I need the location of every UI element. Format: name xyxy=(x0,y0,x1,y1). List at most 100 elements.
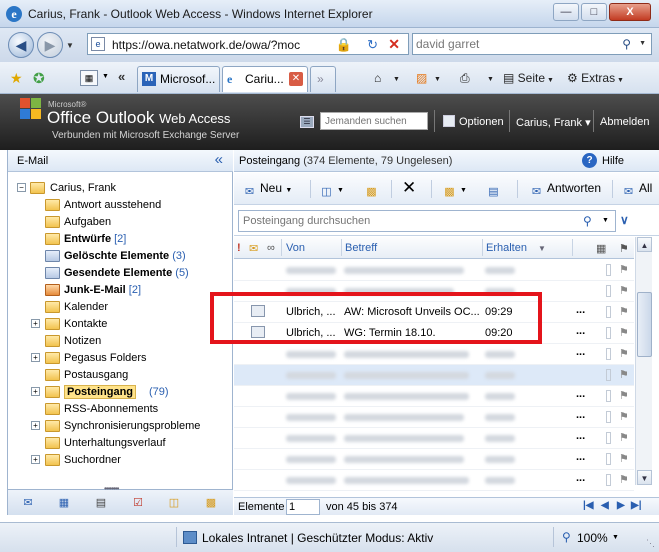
category-box[interactable] xyxy=(606,474,611,486)
category-box[interactable] xyxy=(606,285,611,297)
subject-column-header[interactable]: Betreff xyxy=(345,242,377,254)
resize-grip-icon[interactable]: ⋱ xyxy=(646,538,655,549)
calendar-module-icon[interactable]: ▦ xyxy=(56,495,72,511)
options-icon[interactable] xyxy=(443,115,455,127)
resize-grip-icon[interactable]: •••••••• xyxy=(104,484,119,493)
search-icon[interactable]: ⚲ xyxy=(583,214,592,228)
scroll-down-icon[interactable]: ▼ xyxy=(637,470,652,485)
flag-icon[interactable]: ⚑ xyxy=(619,263,629,276)
move-button[interactable]: ▩ ▼ xyxy=(442,181,467,199)
tab-list-dropdown-icon[interactable]: ▼ xyxy=(102,73,109,80)
check-messages-button[interactable]: ▤ xyxy=(486,181,504,199)
page-menu[interactable]: ▤ Seite ▼ xyxy=(503,71,554,85)
search-icon[interactable]: ⚲ xyxy=(622,37,631,51)
reply-all-button[interactable]: ✉ All xyxy=(621,181,652,199)
table-row[interactable]: ... ⚑ xyxy=(234,344,634,365)
help-link[interactable]: Hilfe xyxy=(602,155,624,167)
flag-icon[interactable]: ⚑ xyxy=(619,347,629,360)
flag-column-icon[interactable]: ⚑ xyxy=(619,242,629,255)
user-menu[interactable]: Carius, Frank ▾ xyxy=(516,116,591,129)
help-icon[interactable]: ? xyxy=(582,153,597,168)
feeds-icon[interactable]: ▨ xyxy=(416,71,427,85)
new-button[interactable]: ✉ Neu ▼ xyxy=(242,181,292,199)
search-box[interactable]: ⚲ ▼ xyxy=(412,33,652,55)
table-row[interactable]: ... ⚑ xyxy=(234,386,634,407)
tab-microsoft[interactable]: M Microsof... xyxy=(137,66,220,92)
flag-icon[interactable]: ⚑ xyxy=(619,389,629,402)
next-page-icon[interactable]: ▶ xyxy=(617,500,625,511)
maximize-button[interactable]: □ xyxy=(581,3,607,21)
pager-input[interactable] xyxy=(286,499,320,515)
address-bar[interactable]: e https://owa.netatwork.de/owa/?moc 🔒 ↻ … xyxy=(87,33,409,55)
reply-button[interactable]: ✉ Antworten xyxy=(529,181,601,199)
url-text[interactable]: https://owa.netatwork.de/owa/?moc xyxy=(112,38,300,52)
category-box[interactable] xyxy=(606,348,611,360)
expand-icon[interactable]: + xyxy=(31,319,40,328)
refresh-icon[interactable]: ↻ xyxy=(367,37,378,53)
category-box[interactable] xyxy=(606,369,611,381)
public-folders-module-icon[interactable]: ◫ xyxy=(166,495,182,511)
from-column-header[interactable]: Von xyxy=(286,242,305,254)
view-button[interactable]: ◫ ▼ xyxy=(319,181,344,199)
scroll-up-icon[interactable]: ▲ xyxy=(637,237,652,252)
zoom-icon[interactable]: ⚲ xyxy=(562,530,571,544)
collapse-icon[interactable]: − xyxy=(17,183,26,192)
move-to-folder-button[interactable]: ▩ xyxy=(364,181,382,199)
table-row[interactable]: ... ⚑ xyxy=(234,407,634,428)
search-options-dropdown-icon[interactable]: ▼ xyxy=(602,217,609,224)
search-dropdown-icon[interactable]: ▼ xyxy=(639,40,646,47)
category-box[interactable] xyxy=(606,327,611,339)
vertical-scrollbar[interactable]: ▲ ▼ xyxy=(635,237,652,485)
close-tab-icon[interactable]: ✕ xyxy=(289,72,303,86)
add-favorite-icon[interactable]: ✪ xyxy=(33,70,45,87)
categories-column-icon[interactable]: ▦ xyxy=(596,242,606,255)
home-icon[interactable]: ⌂ xyxy=(374,71,381,85)
flag-icon[interactable]: ⚑ xyxy=(619,473,629,486)
tab-new[interactable]: » xyxy=(310,66,336,92)
category-box[interactable] xyxy=(606,432,611,444)
history-dropdown-icon[interactable]: ▼ xyxy=(66,41,74,50)
delete-button[interactable]: ✕ xyxy=(402,178,416,198)
flag-icon[interactable]: ⚑ xyxy=(619,452,629,465)
documents-module-icon[interactable]: ▩ xyxy=(203,495,219,511)
flag-icon[interactable]: ⚑ xyxy=(619,410,629,423)
zoom-dropdown-icon[interactable]: ▼ xyxy=(612,534,619,541)
stop-icon[interactable]: ✕ xyxy=(388,36,400,53)
scroll-thumb[interactable] xyxy=(637,292,652,357)
print-dropdown-icon[interactable]: ▼ xyxy=(487,76,494,83)
flag-icon[interactable]: ⚑ xyxy=(619,326,629,339)
tasks-module-icon[interactable]: ☑ xyxy=(130,495,146,511)
expand-search-icon[interactable]: ∨ xyxy=(620,213,629,227)
importance-column-icon[interactable]: ! xyxy=(237,242,241,254)
last-page-icon[interactable]: ▶| xyxy=(631,500,642,511)
tools-menu[interactable]: ⚙ Extras ▼ xyxy=(567,71,624,85)
lock-icon[interactable]: 🔒 xyxy=(336,37,352,53)
home-dropdown-icon[interactable]: ▼ xyxy=(393,76,400,83)
mail-module-icon[interactable]: ✉ xyxy=(20,495,36,511)
received-column-header[interactable]: Erhalten xyxy=(486,242,527,254)
category-box[interactable] xyxy=(606,411,611,423)
category-box[interactable] xyxy=(606,264,611,276)
expand-icon[interactable]: + xyxy=(31,421,40,430)
security-zone[interactable]: Lokales Intranet | Geschützter Modus: Ak… xyxy=(202,531,433,545)
feeds-dropdown-icon[interactable]: ▼ xyxy=(434,76,441,83)
first-page-icon[interactable]: |◀ xyxy=(583,500,594,511)
attachment-column-icon[interactable]: ∞ xyxy=(267,242,275,254)
expand-icon[interactable]: + xyxy=(31,455,40,464)
options-link[interactable]: Optionen xyxy=(459,116,504,128)
category-box[interactable] xyxy=(606,453,611,465)
address-book-icon[interactable]: ☰ xyxy=(300,116,314,128)
category-box[interactable] xyxy=(606,390,611,402)
table-row[interactable]: ⚑ xyxy=(234,365,634,386)
find-people-input[interactable] xyxy=(320,112,428,130)
type-column-icon[interactable]: ✉ xyxy=(249,242,258,255)
zoom-level[interactable]: 100% xyxy=(577,531,608,545)
table-row[interactable]: ⚑ xyxy=(234,260,634,281)
flag-icon[interactable]: ⚑ xyxy=(619,431,629,444)
folder-search-input[interactable] xyxy=(238,210,616,232)
back-button[interactable]: ◀ xyxy=(8,32,34,58)
search-input[interactable] xyxy=(416,36,611,52)
collapse-pane-icon[interactable]: « xyxy=(215,151,223,168)
expand-icon[interactable]: + xyxy=(31,353,40,362)
previous-page-icon[interactable]: ◀ xyxy=(601,500,609,511)
